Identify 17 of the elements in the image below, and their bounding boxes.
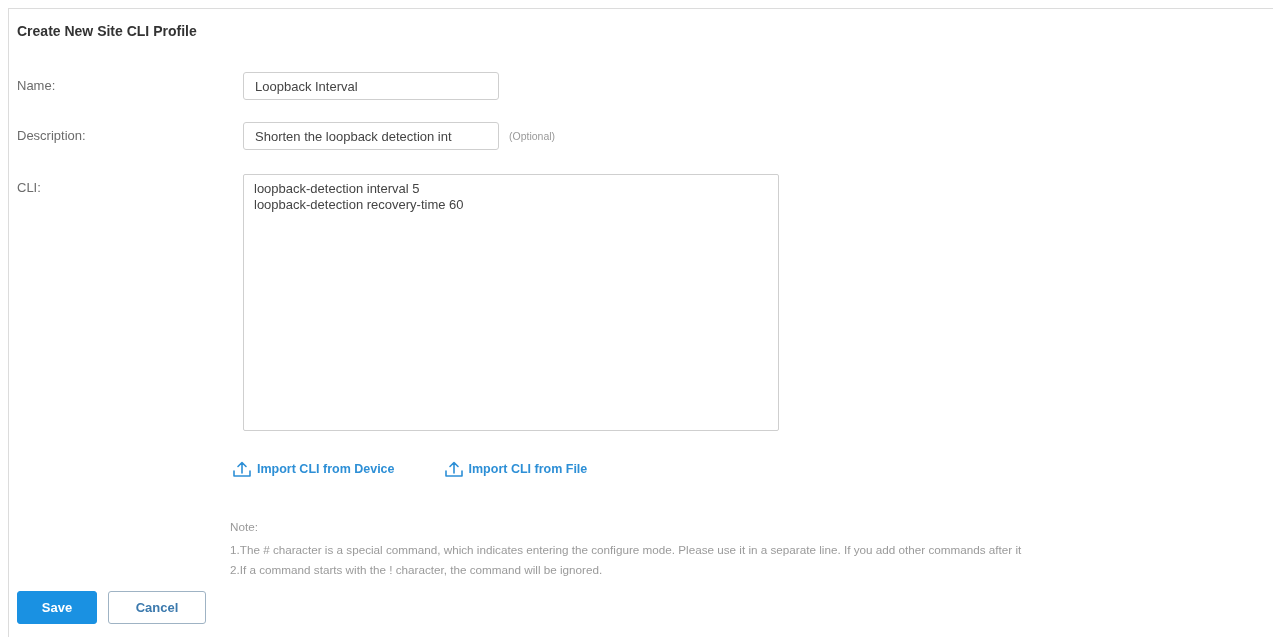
upload-icon — [233, 461, 251, 477]
field-label: Description: — [17, 127, 87, 144]
form-title: Create New Site CLI Profile — [17, 22, 198, 41]
note-heading: Note: — [230, 519, 259, 535]
text-input[interactable]: Loopback Interval — [243, 72, 499, 100]
cancel-button[interactable]: Cancel — [108, 591, 206, 624]
import-link[interactable]: Import CLI from Device — [257, 462, 395, 476]
save-button[interactable]: Save — [17, 591, 97, 624]
note-text: 2.If a command starts with the ! character, the command will be ignored. — [230, 562, 604, 578]
field-label: Name: — [17, 77, 57, 94]
cli-textarea[interactable]: loopback-detection interval 5 loopback-detection recovery-time 60 — [243, 174, 779, 431]
optional-hint: (Optional) — [509, 130, 556, 142]
field-label: CLI: — [17, 179, 42, 196]
note-text: 1.The # character is a special command, which indicates entering the configure mode. Please use it in a separate line. If you add other commands after it — [230, 542, 1023, 558]
upload-icon — [444, 461, 463, 477]
text-input[interactable]: Shorten the loopback detection int — [243, 122, 499, 150]
import-link[interactable]: Import CLI from File — [468, 462, 588, 476]
